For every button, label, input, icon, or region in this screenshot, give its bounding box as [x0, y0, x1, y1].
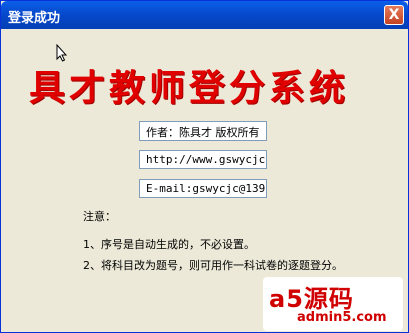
watermark-main: a5源码 [269, 285, 354, 313]
window-title: 登录成功 [8, 11, 61, 26]
email-field[interactable]: E-mail:gswycjc@139.com [139, 179, 267, 198]
system-banner: 具才教师登分系统 [29, 67, 350, 109]
close-icon: X [388, 7, 400, 23]
note-line-2: 2、将科目改为题号，则可用作一科试卷的逐题登分。 [83, 259, 343, 272]
website-field[interactable]: http://www.gswycjc.com [139, 150, 267, 169]
titlebar[interactable]: 登录成功 X [1, 1, 408, 29]
login-success-window: 登录成功 X 具才教师登分系统 作者：陈具才 版权所有 http://www.g… [0, 0, 409, 333]
author-field: 作者：陈具才 版权所有 [139, 121, 267, 141]
notes-heading: 注意： [83, 210, 116, 223]
watermark-sub: admin5.com [297, 310, 387, 325]
close-button[interactable]: X [384, 5, 404, 25]
watermark-logo: a5源码 admin5.com [263, 277, 403, 331]
note-line-1: 1、序号是自动生成的，不必设置。 [83, 238, 255, 251]
